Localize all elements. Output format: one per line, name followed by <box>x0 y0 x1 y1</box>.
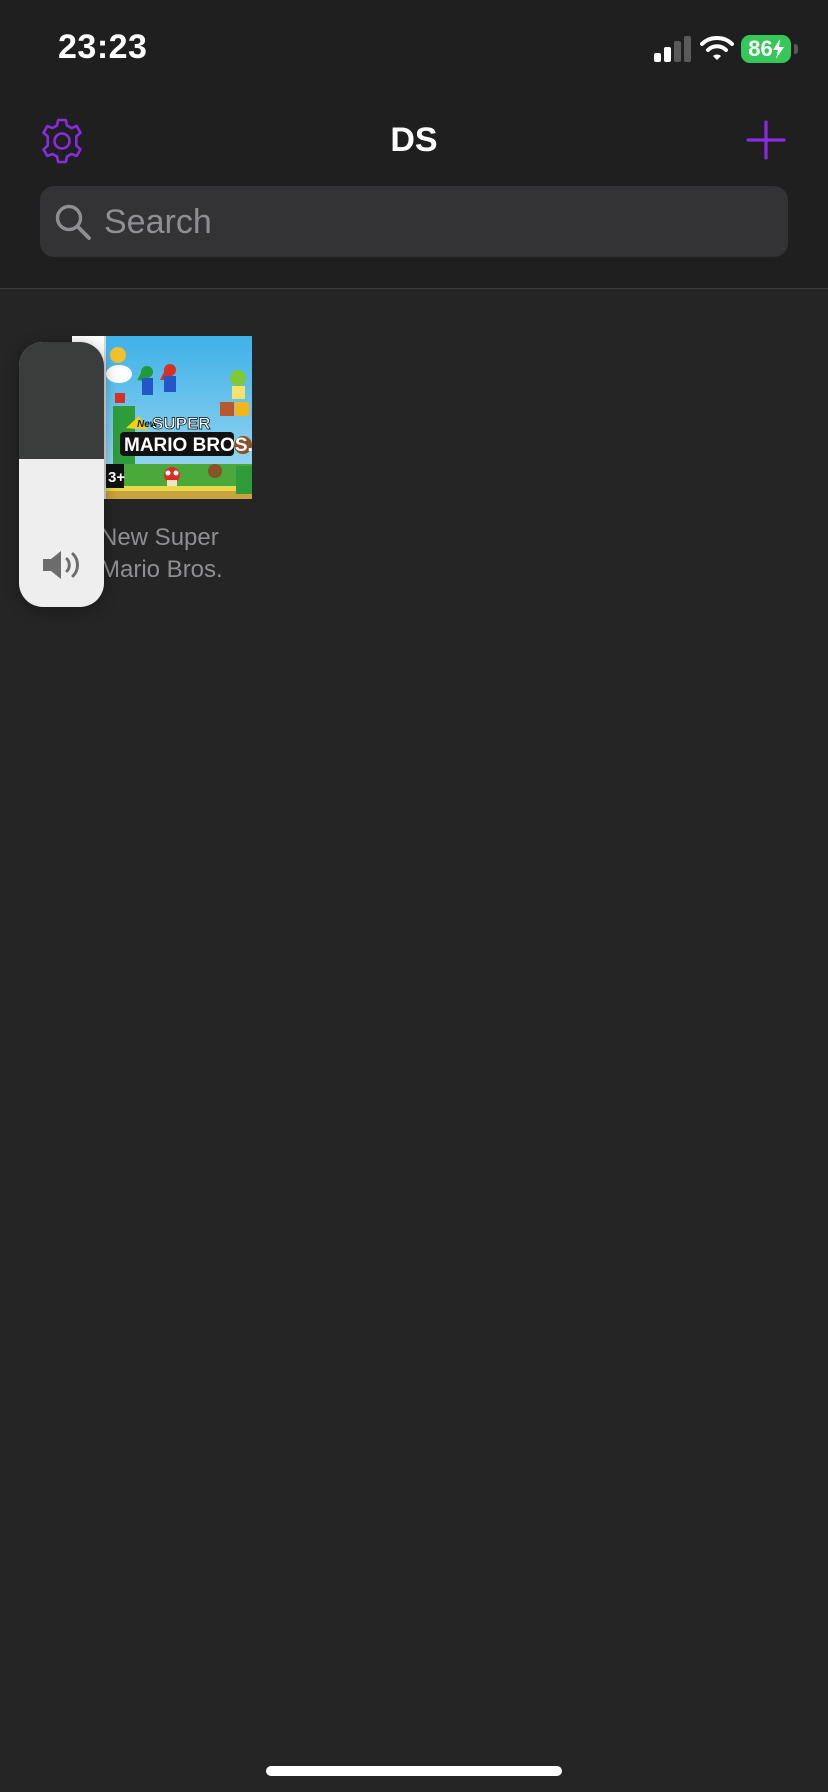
battery-indicator: 86 <box>741 35 791 63</box>
volume-hud <box>19 342 104 607</box>
plus-icon <box>746 120 786 160</box>
battery-level: 86 <box>748 36 773 61</box>
status-bar: 23:23 86 <box>0 0 828 96</box>
cellular-signal-icon <box>654 36 691 62</box>
signal-bar <box>654 53 661 62</box>
signal-bar <box>684 36 691 62</box>
search-input[interactable] <box>102 190 776 254</box>
speaker-icon <box>43 551 79 579</box>
wifi-icon <box>700 36 734 60</box>
signal-bar <box>664 47 671 62</box>
signal-bar <box>674 41 681 62</box>
page-title: DS <box>390 121 438 159</box>
search-icon <box>55 204 91 240</box>
status-time: 23:23 <box>58 28 148 66</box>
volume-level-remaining <box>19 342 104 459</box>
add-game-button[interactable] <box>744 118 788 162</box>
box-art-rating: 3+ <box>108 469 125 486</box>
game-title: New Super Mario Bros. <box>100 524 223 583</box>
charging-bolt-icon <box>772 39 784 59</box>
box-art-title-line1: SUPER <box>152 414 211 433</box>
battery-cap <box>794 44 798 54</box>
home-indicator[interactable] <box>266 1766 562 1776</box>
box-art-title-line2: MARIO BROS. <box>124 435 252 456</box>
